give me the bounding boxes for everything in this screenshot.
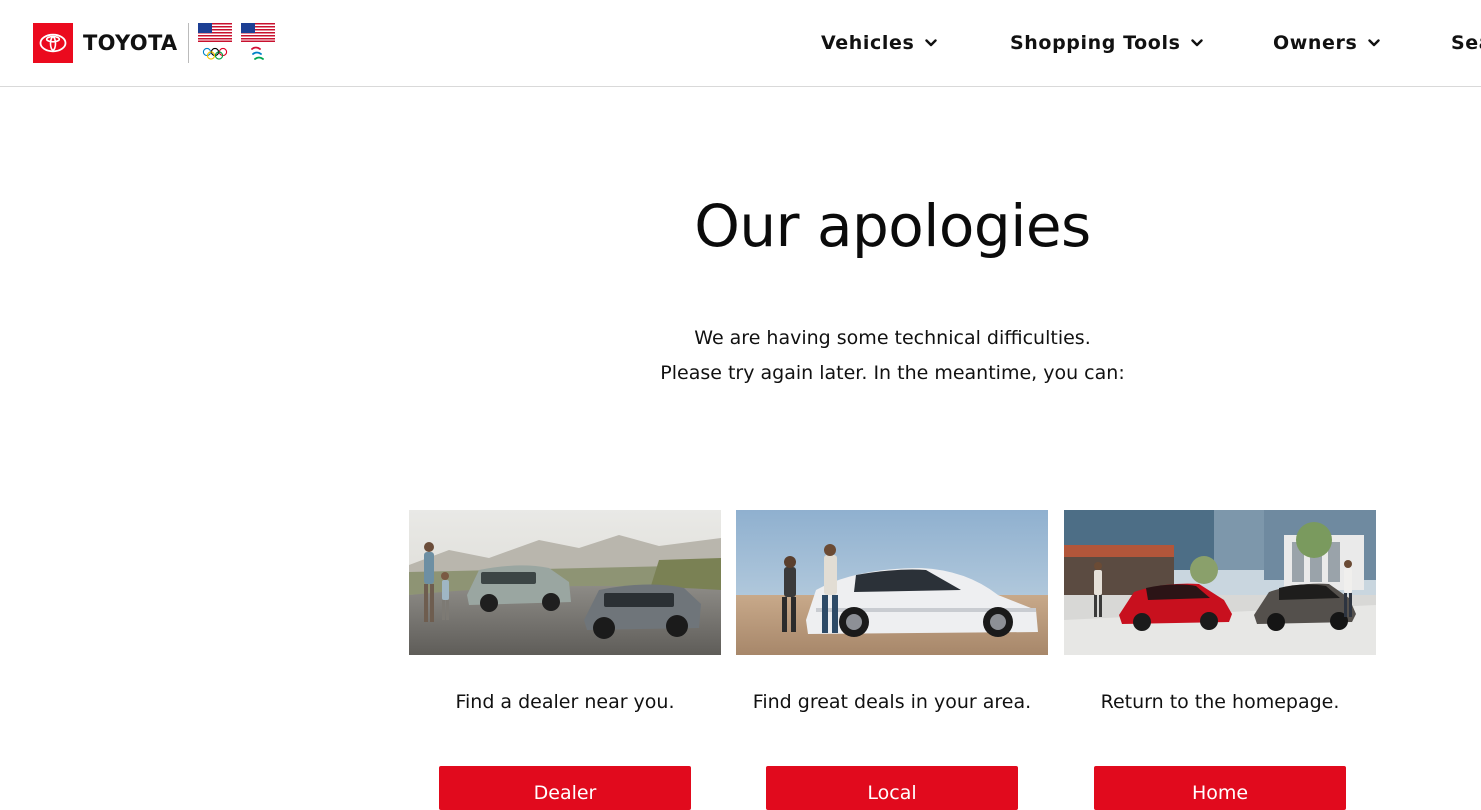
- brand-wordmark[interactable]: TOYOTA: [83, 31, 178, 55]
- olympic-flag-icon: [197, 23, 232, 63]
- home-card-text: Return to the homepage.: [1100, 691, 1340, 713]
- home-button[interactable]: Home: [1094, 766, 1346, 810]
- local-button[interactable]: Local: [766, 766, 1018, 810]
- local-card-text: Find great deals in your area.: [752, 691, 1032, 713]
- nav-search[interactable]: Sea: [1451, 32, 1481, 54]
- dealer-photo: [409, 510, 721, 655]
- nav-label: Sea: [1451, 32, 1481, 54]
- page-title: Our apologies: [694, 192, 1091, 260]
- dealer-button[interactable]: Dealer: [439, 766, 691, 810]
- home-photo: [1064, 510, 1376, 655]
- nav-label: Vehicles: [821, 32, 915, 54]
- nav-vehicles[interactable]: Vehicles: [821, 32, 938, 54]
- dealer-card: Find a dealer near you. Dealer: [409, 510, 721, 810]
- site-header: TOYOTA Vehicles Shopping Tools Owners Se: [0, 0, 1481, 87]
- chevron-down-icon: [1368, 39, 1381, 47]
- chevron-down-icon: [925, 39, 938, 47]
- local-card: Find great deals in your area. Local: [736, 510, 1048, 810]
- nav-owners[interactable]: Owners: [1273, 32, 1381, 54]
- dealer-card-text: Find a dealer near you.: [455, 691, 675, 713]
- nav-label: Owners: [1273, 32, 1358, 54]
- toyota-logo-icon[interactable]: [33, 23, 73, 63]
- error-message-line-1: We are having some technical difficultie…: [694, 327, 1091, 349]
- error-message-line-2: Please try again later. In the meantime,…: [660, 362, 1125, 384]
- logo-group[interactable]: TOYOTA: [33, 23, 275, 63]
- nav-shopping-tools[interactable]: Shopping Tools: [1010, 32, 1204, 54]
- logo-divider: [187, 23, 189, 63]
- nav-label: Shopping Tools: [1010, 32, 1181, 54]
- chevron-down-icon: [1191, 39, 1204, 47]
- paralympic-flag-icon: [240, 23, 275, 63]
- home-card: Return to the homepage. Home: [1064, 510, 1376, 810]
- local-photo: [736, 510, 1048, 655]
